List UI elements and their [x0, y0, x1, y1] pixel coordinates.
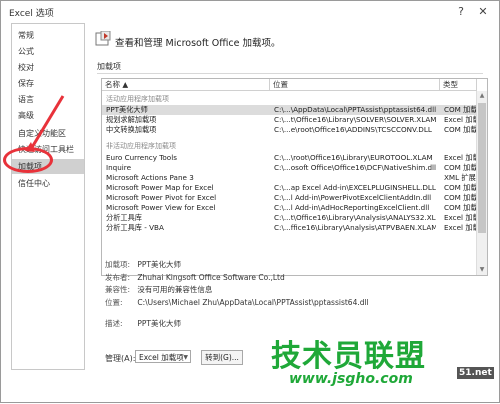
- watermark-logo: 技术员联盟: [271, 339, 426, 374]
- watermark-corner: 51.net: [457, 367, 494, 379]
- highlight-ring: [3, 147, 53, 173]
- excel-options-dialog: Excel 选项 ? ✕ 常规 公式 校对 保存 语言 高级 自定义功能区 快速…: [0, 0, 500, 403]
- watermark-url: www.jsgho.com: [289, 371, 413, 387]
